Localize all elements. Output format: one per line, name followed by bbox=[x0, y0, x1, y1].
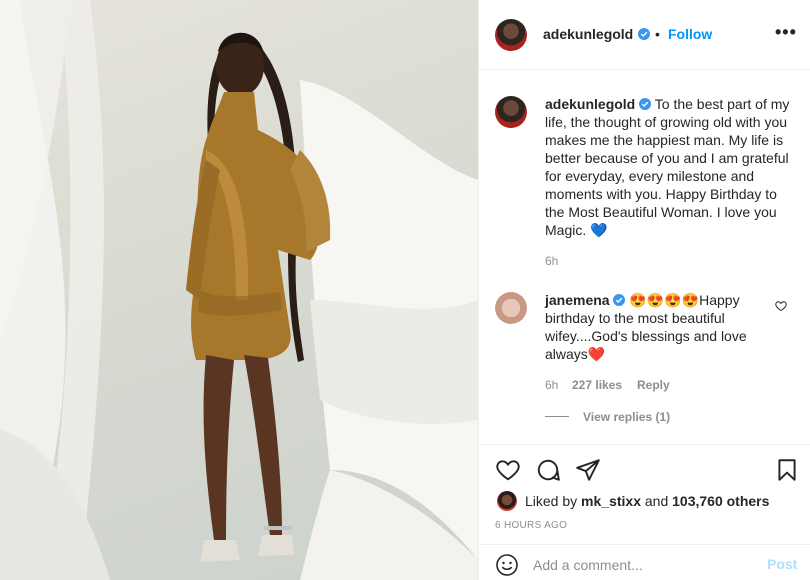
add-comment-input[interactable] bbox=[533, 557, 733, 573]
photo-illustration bbox=[0, 0, 478, 580]
comment-time[interactable]: 6h bbox=[545, 378, 558, 392]
caption: adekunlegold To the best part of my life… bbox=[545, 95, 795, 239]
comment-username[interactable]: janemena bbox=[545, 292, 610, 308]
likes-summary: Liked by mk_stixx and 103,760 others bbox=[525, 493, 769, 509]
caption-username[interactable]: adekunlegold bbox=[545, 96, 635, 112]
caption-time[interactable]: 6h bbox=[545, 254, 558, 268]
post-button[interactable]: Post bbox=[767, 556, 797, 572]
post-header: adekunlegold • Follow ••• bbox=[479, 0, 810, 70]
likes-user[interactable]: mk_stixx bbox=[581, 493, 641, 509]
comment-icon[interactable] bbox=[535, 457, 561, 483]
bookmark-icon[interactable] bbox=[774, 457, 800, 483]
follow-button[interactable]: Follow bbox=[668, 26, 712, 42]
caption-text: To the best part of my life, the thought… bbox=[545, 96, 790, 238]
heart-icon[interactable] bbox=[495, 457, 521, 483]
avatar[interactable] bbox=[495, 19, 527, 51]
comment-avatar[interactable] bbox=[495, 292, 527, 324]
actions-divider bbox=[479, 444, 810, 446]
liker-avatar[interactable] bbox=[497, 491, 517, 511]
verified-badge-icon bbox=[639, 98, 652, 110]
comment: janemena 😍😍😍😍Happy birthday to the most … bbox=[545, 291, 755, 363]
likes-others[interactable]: 103,760 others bbox=[672, 493, 769, 509]
caption-avatar[interactable] bbox=[495, 96, 527, 128]
header-username[interactable]: adekunlegold bbox=[543, 26, 633, 42]
separator-dot: • bbox=[655, 26, 660, 42]
view-replies-button[interactable]: View replies (1) bbox=[583, 410, 670, 424]
likes-prefix: Liked by bbox=[525, 493, 578, 509]
post-photo[interactable] bbox=[0, 0, 478, 580]
post-side-panel: adekunlegold • Follow ••• adekunlegold T… bbox=[478, 0, 810, 580]
verified-badge-icon bbox=[638, 28, 650, 40]
posted-ago[interactable]: 6 HOURS AGO bbox=[495, 520, 567, 531]
add-comment-bar: Post bbox=[479, 544, 810, 580]
reply-button[interactable]: Reply bbox=[637, 378, 670, 392]
likes-joiner: and bbox=[644, 493, 669, 509]
verified-badge-icon bbox=[613, 294, 626, 306]
more-options-button[interactable]: ••• bbox=[775, 22, 797, 43]
view-replies-line bbox=[545, 416, 569, 417]
comment-like-heart-icon[interactable] bbox=[775, 300, 787, 312]
comment-likes[interactable]: 227 likes bbox=[572, 378, 622, 392]
share-icon[interactable] bbox=[575, 457, 601, 483]
emoji-icon[interactable] bbox=[495, 553, 519, 577]
